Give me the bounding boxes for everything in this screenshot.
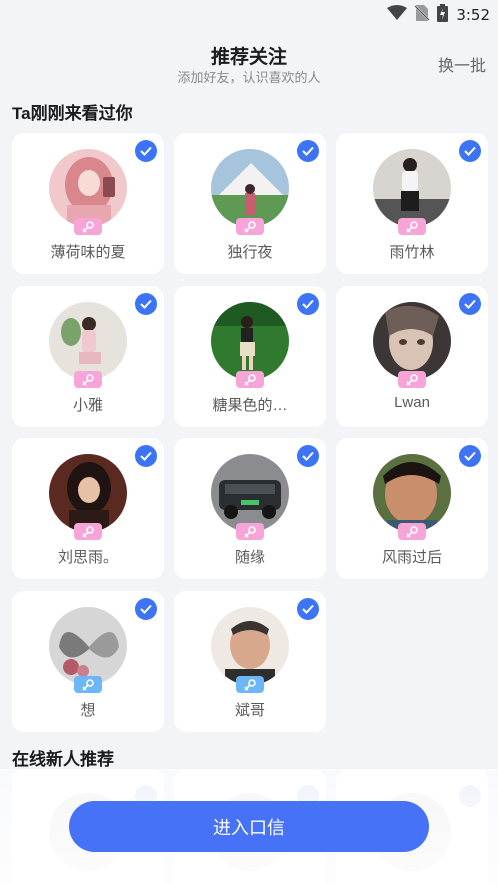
avatar bbox=[49, 149, 127, 227]
user-card[interactable]: 斌哥 bbox=[174, 591, 326, 732]
user-card[interactable]: 雨竹林 bbox=[336, 133, 488, 274]
user-name: 独行夜 bbox=[227, 244, 273, 261]
page-subtitle: 添加好友，认识喜欢的人 bbox=[177, 70, 321, 85]
user-card[interactable]: 随缘 bbox=[174, 438, 326, 579]
user-name: 想 bbox=[80, 702, 96, 719]
user-card[interactable]: Lwan bbox=[336, 286, 488, 427]
avatar bbox=[211, 454, 289, 532]
avatar bbox=[373, 302, 451, 380]
status-bar: 3:52 bbox=[0, 0, 498, 30]
selected-check-icon[interactable] bbox=[459, 293, 481, 315]
avatar bbox=[211, 302, 289, 380]
user-card[interactable]: 小雅 bbox=[12, 286, 164, 427]
user-card[interactable]: 想 bbox=[12, 591, 164, 732]
avatar bbox=[49, 302, 127, 380]
avatar bbox=[373, 454, 451, 532]
user-card[interactable]: 风雨过后 bbox=[336, 438, 488, 579]
refresh-button[interactable]: 换一批 bbox=[438, 52, 486, 76]
avatar bbox=[211, 149, 289, 227]
female-icon bbox=[236, 523, 264, 540]
selected-check-icon[interactable] bbox=[459, 140, 481, 162]
user-name: 刘思雨。 bbox=[57, 549, 118, 566]
female-icon bbox=[398, 218, 426, 235]
no-sim-icon bbox=[414, 4, 431, 27]
selected-check-icon[interactable] bbox=[135, 445, 157, 467]
user-name: 斌哥 bbox=[234, 702, 265, 719]
user-name: Lwan bbox=[394, 394, 430, 411]
selected-check-icon[interactable] bbox=[297, 598, 319, 620]
female-icon bbox=[236, 371, 264, 388]
avatar bbox=[373, 149, 451, 227]
enter-button[interactable]: 进入口信 bbox=[69, 801, 429, 852]
female-icon bbox=[74, 523, 102, 540]
female-icon bbox=[74, 371, 102, 388]
user-name: 糖果色的… bbox=[212, 397, 288, 414]
female-icon bbox=[236, 218, 264, 235]
avatar bbox=[49, 607, 127, 685]
user-card[interactable]: 独行夜 bbox=[174, 133, 326, 274]
status-time: 3:52 bbox=[456, 6, 490, 24]
female-icon bbox=[398, 371, 426, 388]
wifi-icon bbox=[387, 4, 408, 26]
selected-check-icon[interactable] bbox=[135, 140, 157, 162]
selected-check-icon[interactable] bbox=[297, 140, 319, 162]
male-icon bbox=[74, 676, 102, 693]
user-name: 雨竹林 bbox=[389, 244, 435, 261]
user-card[interactable]: 糖果色的… bbox=[174, 286, 326, 427]
user-name: 随缘 bbox=[234, 549, 265, 566]
selected-check-icon[interactable] bbox=[135, 598, 157, 620]
selected-check-icon[interactable] bbox=[297, 445, 319, 467]
user-name: 薄荷味的夏 bbox=[50, 244, 126, 261]
male-icon bbox=[236, 676, 264, 693]
battery-charging-icon bbox=[437, 3, 449, 27]
avatar bbox=[211, 607, 289, 685]
screen: 3:52 推荐关注 添加好友，认识喜欢的人 换一批 Ta刚刚来看过你 薄荷味的夏… bbox=[0, 0, 498, 885]
selected-check-icon[interactable] bbox=[459, 445, 481, 467]
user-name: 风雨过后 bbox=[381, 549, 442, 566]
selected-check-icon[interactable] bbox=[297, 293, 319, 315]
header: 推荐关注 添加好友，认识喜欢的人 换一批 bbox=[0, 38, 498, 88]
selected-check-icon[interactable] bbox=[135, 293, 157, 315]
user-name: 小雅 bbox=[72, 397, 103, 414]
page-title: 推荐关注 bbox=[210, 47, 287, 68]
user-card[interactable]: 刘思雨。 bbox=[12, 438, 164, 579]
section-title-recent-visitors: Ta刚刚来看过你 bbox=[12, 104, 133, 123]
female-icon bbox=[74, 218, 102, 235]
avatar bbox=[49, 454, 127, 532]
user-card[interactable]: 薄荷味的夏 bbox=[12, 133, 164, 274]
section-title-new-users: 在线新人推荐 bbox=[12, 750, 114, 769]
female-icon bbox=[398, 523, 426, 540]
